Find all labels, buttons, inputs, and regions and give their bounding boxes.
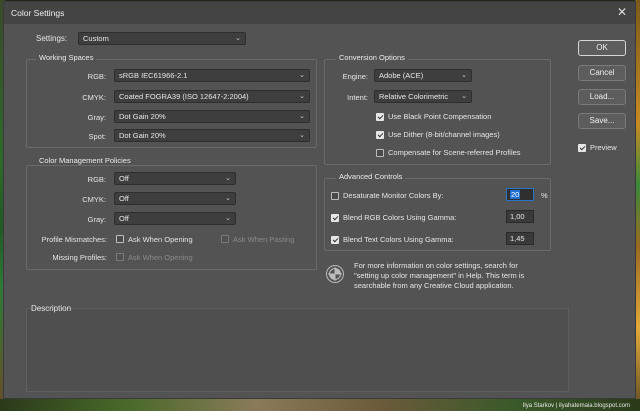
desaturate-value: 20 <box>510 190 521 199</box>
ask-when-pasting-label: Ask When Pasting <box>233 235 295 244</box>
settings-label: Settings: <box>36 34 68 43</box>
ws-gray-label: Gray: <box>87 113 106 122</box>
blend-text-checkbox[interactable] <box>331 236 339 244</box>
title-bar[interactable]: Color Settings ✕ <box>4 2 635 24</box>
policies-title: Color Management Policies <box>36 156 134 165</box>
policy-cmyk-label: CMYK: <box>82 195 106 204</box>
load-button[interactable]: Load... <box>578 89 626 105</box>
ws-cmyk-value: Coated FOGRA39 (ISO 12647-2:2004) <box>119 92 249 101</box>
blend-text-label: Blend Text Colors Using Gamma: <box>343 235 454 244</box>
missing-ask-when-opening-checkbox[interactable] <box>116 253 124 261</box>
ws-cmyk-label: CMYK: <box>82 93 106 102</box>
desaturate-unit: % <box>541 191 548 200</box>
ws-rgb-label: RGB: <box>87 72 106 81</box>
advanced-controls-title: Advanced Controls <box>336 172 406 181</box>
ws-cmyk-dropdown[interactable]: Coated FOGRA39 (ISO 12647-2:2004) ⌄ <box>114 90 310 103</box>
policy-cmyk-value: Off <box>119 194 129 203</box>
intent-label: Intent: <box>347 93 368 102</box>
ask-when-opening-checkbox[interactable] <box>116 235 124 243</box>
policy-rgb-dropdown[interactable]: Off ⌄ <box>114 172 236 185</box>
chevron-down-icon: ⌄ <box>461 93 467 100</box>
desaturate-checkbox[interactable] <box>331 192 339 200</box>
ws-spot-dropdown[interactable]: Dot Gain 20% ⌄ <box>114 129 310 142</box>
engine-value: Adobe (ACE) <box>379 71 424 80</box>
chevron-down-icon: ⌄ <box>299 93 305 100</box>
chevron-down-icon: ⌄ <box>235 35 241 42</box>
dither-checkbox[interactable] <box>376 131 384 139</box>
scene-referred-checkbox[interactable] <box>376 149 384 157</box>
dither-label: Use Dither (8-bit/channel images) <box>388 130 500 139</box>
ws-rgb-dropdown[interactable]: sRGB IEC61966-2.1 ⌄ <box>114 69 310 82</box>
missing-ask-when-opening-label: Ask When Opening <box>128 253 193 262</box>
chevron-down-icon: ⌄ <box>299 113 305 120</box>
chevron-down-icon: ⌄ <box>225 215 231 222</box>
engine-dropdown[interactable]: Adobe (ACE) ⌄ <box>374 69 472 82</box>
chevron-down-icon: ⌄ <box>225 195 231 202</box>
blend-rgb-label: Blend RGB Colors Using Gamma: <box>343 213 457 222</box>
blend-rgb-checkbox[interactable] <box>331 214 339 222</box>
ws-rgb-value: sRGB IEC61966-2.1 <box>119 71 188 80</box>
policy-gray-value: Off <box>119 214 129 223</box>
missing-profiles-label: Missing Profiles: <box>52 253 107 262</box>
chevron-down-icon: ⌄ <box>299 72 305 79</box>
ok-button[interactable]: OK <box>578 40 626 56</box>
policy-rgb-label: RGB: <box>87 175 106 184</box>
chevron-down-icon: ⌄ <box>225 175 231 182</box>
preview-label: Preview <box>590 143 617 152</box>
info-text-line3: searchable from any Creative Cloud appli… <box>354 281 514 290</box>
preview-checkbox[interactable] <box>578 144 586 152</box>
ws-gray-dropdown[interactable]: Dot Gain 20% ⌄ <box>114 110 310 123</box>
profile-mismatches-label: Profile Mismatches: <box>41 235 107 244</box>
info-text-line1: For more information on color settings, … <box>354 261 518 270</box>
policy-rgb-value: Off <box>119 174 129 183</box>
description-title: Description <box>31 304 72 313</box>
ask-when-opening-label: Ask When Opening <box>128 235 193 244</box>
save-button[interactable]: Save... <box>578 113 626 129</box>
ws-spot-value: Dot Gain 20% <box>119 131 166 140</box>
black-point-label: Use Black Point Compensation <box>388 112 492 121</box>
blend-rgb-input[interactable]: 1,00 <box>506 210 534 223</box>
cancel-button[interactable]: Cancel <box>578 65 626 81</box>
scene-referred-label: Compensate for Scene-referred Profiles <box>388 148 521 157</box>
settings-value: Custom <box>83 34 109 43</box>
intent-dropdown[interactable]: Relative Colorimetric ⌄ <box>374 90 472 103</box>
policy-gray-label: Gray: <box>87 215 106 224</box>
info-icon <box>326 265 344 283</box>
chevron-down-icon: ⌄ <box>461 72 467 79</box>
ask-when-pasting-checkbox[interactable] <box>221 235 229 243</box>
description-box <box>26 308 569 392</box>
ws-spot-label: Spot: <box>88 132 106 141</box>
info-text-line2: "setting up color management" in Help. T… <box>354 271 525 280</box>
settings-dropdown[interactable]: Custom ⌄ <box>78 32 246 45</box>
conversion-options-title: Conversion Options <box>336 53 408 62</box>
chevron-down-icon: ⌄ <box>299 132 305 139</box>
blend-text-input[interactable]: 1,45 <box>506 232 534 245</box>
working-spaces-title: Working Spaces <box>36 53 97 62</box>
policy-cmyk-dropdown[interactable]: Off ⌄ <box>114 192 236 205</box>
policy-gray-dropdown[interactable]: Off ⌄ <box>114 212 236 225</box>
desaturate-input[interactable]: 20 <box>506 188 534 201</box>
intent-value: Relative Colorimetric <box>379 92 449 101</box>
color-settings-dialog: Color Settings ✕ Settings: Custom ⌄ Work… <box>3 1 636 399</box>
desaturate-label: Desaturate Monitor Colors By: <box>343 191 444 200</box>
watermark: Ilya Starkov | ilyahatemaia.blogspot.com <box>522 403 630 409</box>
black-point-checkbox[interactable] <box>376 113 384 121</box>
ws-gray-value: Dot Gain 20% <box>119 112 166 121</box>
engine-label: Engine: <box>342 72 368 81</box>
window-title: Color Settings <box>11 8 65 18</box>
close-icon[interactable]: ✕ <box>617 6 627 18</box>
